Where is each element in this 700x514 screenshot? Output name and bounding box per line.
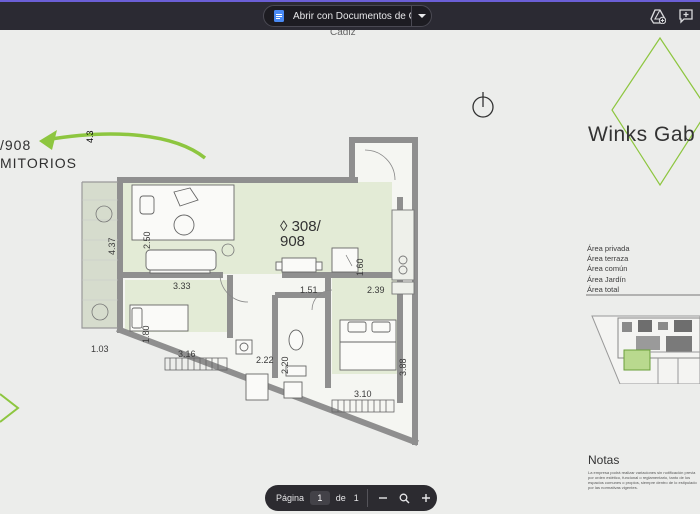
dim-label: 2.20 [280, 356, 290, 374]
plus-icon [422, 494, 431, 502]
area-legend: Área privada Área terraza Área común Áre… [587, 244, 630, 295]
zoom-in-button[interactable] [415, 487, 437, 509]
current-page-input[interactable]: 1 [310, 491, 330, 505]
legend-item: Área Jardín [587, 274, 626, 284]
side-label-unit: /908 [0, 137, 32, 153]
total-pages: 1 [353, 493, 359, 503]
of-label: de [335, 493, 346, 503]
dim-label: 3.88 [398, 358, 408, 376]
cut-top-label: Cadiz [330, 30, 356, 38]
add-comment-icon[interactable] [678, 8, 694, 24]
google-docs-icon [274, 10, 284, 22]
minus-icon [378, 497, 387, 499]
key-plan [591, 315, 700, 384]
svg-text:Cadiz: Cadiz [330, 30, 356, 38]
pdf-viewer-toolbar: Abrir con Documentos de Go... [0, 0, 700, 30]
chevron-down-icon [417, 14, 426, 18]
dim-label: 1.60 [355, 258, 365, 276]
document-page: Cadiz /908 MITORIOS Winks Gab Área priva… [0, 30, 700, 514]
dim-label: 1.80 [141, 325, 151, 343]
project-title: Winks Gab [588, 123, 696, 146]
dim-label: 4.37 [107, 237, 117, 255]
page-label: Página [276, 493, 305, 503]
legend-item: Área terraza [587, 254, 629, 264]
open-with-label: Abrir con Documentos de Go... [293, 10, 411, 22]
legend-item: Área privada [587, 244, 630, 253]
dim-label: 3.10 [354, 389, 372, 399]
dimension-labels: 4.37 2.50 3.33 1.51 1.60 2.39 1.80 3.16 … [91, 218, 408, 399]
add-to-drive-icon[interactable] [650, 8, 666, 24]
page-navigation-bar: Página 1 de 1 [265, 485, 437, 511]
notes-title: Notas [588, 453, 620, 467]
dim-label: 3.33 [173, 281, 191, 291]
zoom-button[interactable] [394, 487, 416, 509]
dim-label: 1.51 [300, 285, 318, 295]
open-with-dropdown[interactable] [412, 6, 431, 26]
unit-number-label: 908 [280, 233, 305, 250]
dim-label: 3.16 [178, 349, 196, 359]
magnifier-icon [399, 493, 410, 503]
pager-divider [366, 489, 368, 507]
north-arrow-icon [472, 92, 494, 118]
diamond-decoration [611, 36, 700, 187]
open-with-docs-button[interactable]: Abrir con Documentos de Go... [263, 5, 432, 27]
dim-label: 2.22 [256, 355, 274, 365]
legend-item: Área común [587, 264, 628, 274]
chevron-right-icon [0, 393, 20, 423]
zoom-out-button[interactable] [372, 487, 394, 509]
dim-label: 1.03 [91, 344, 109, 354]
section-divider [586, 294, 700, 296]
dim-label: 2.50 [142, 231, 152, 249]
notes-text: La empresa podrá realizar variaciones si… [588, 470, 697, 490]
dim-label: 2.39 [367, 285, 385, 295]
